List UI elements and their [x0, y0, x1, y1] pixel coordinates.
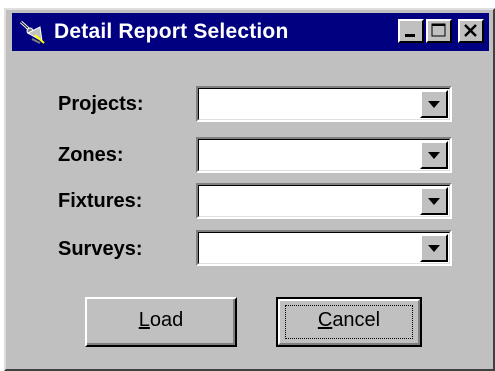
cancel-button-label: Cancel	[318, 309, 380, 331]
surveys-dropdown-frame	[198, 232, 450, 264]
close-icon	[464, 24, 477, 37]
dialog-window: Detail Report Selection Projects: Zones:…	[4, 8, 495, 371]
maximize-button[interactable]	[426, 19, 452, 43]
zones-label: Zones:	[58, 144, 124, 166]
zones-dropdown[interactable]	[196, 137, 452, 173]
window-title: Detail Report Selection	[54, 20, 289, 43]
chevron-down-icon	[428, 152, 440, 159]
zones-dropdown-frame	[198, 139, 450, 171]
surveys-dropdown[interactable]	[196, 230, 452, 266]
surveys-label: Surveys:	[58, 238, 143, 260]
minimize-button[interactable]	[398, 19, 424, 43]
satellite-dish-icon	[18, 19, 46, 45]
fixtures-label: Fixtures:	[58, 190, 143, 212]
load-mnemonic: L	[138, 309, 150, 331]
close-button[interactable]	[458, 19, 484, 43]
zones-dropdown-button[interactable]	[420, 141, 448, 169]
projects-label: Projects:	[58, 93, 144, 115]
fixtures-dropdown-button[interactable]	[420, 187, 448, 215]
maximize-icon	[431, 23, 446, 37]
chevron-down-icon	[428, 101, 440, 108]
surveys-dropdown-button[interactable]	[420, 234, 448, 262]
cancel-label-rest: ancel	[332, 309, 381, 331]
projects-dropdown[interactable]	[196, 86, 452, 122]
load-button-label: Load	[139, 309, 184, 331]
cancel-button[interactable]: Cancel	[276, 297, 422, 347]
chevron-down-icon	[428, 198, 440, 205]
fixtures-dropdown[interactable]	[196, 183, 452, 219]
projects-dropdown-frame	[198, 88, 450, 120]
fixtures-dropdown-frame	[198, 185, 450, 217]
projects-dropdown-button[interactable]	[420, 90, 448, 118]
load-button[interactable]: Load	[85, 297, 237, 347]
minimize-icon	[405, 34, 415, 37]
load-label-rest: oad	[149, 309, 184, 331]
title-bar[interactable]: Detail Report Selection	[12, 13, 489, 51]
chevron-down-icon	[428, 245, 440, 252]
cancel-mnemonic: C	[317, 309, 333, 331]
